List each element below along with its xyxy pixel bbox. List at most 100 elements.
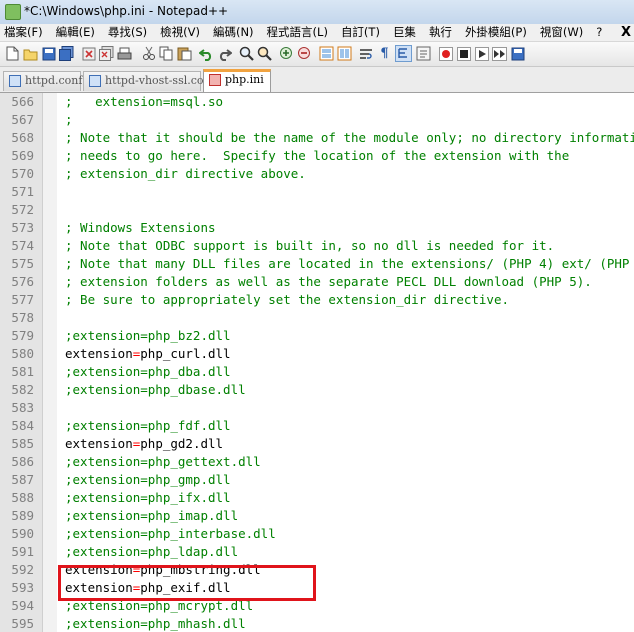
code-line[interactable]: 573 ; Windows Extensions <box>0 219 634 237</box>
zoom-in-icon[interactable] <box>278 45 295 62</box>
line-number: 586 <box>11 454 34 469</box>
sync-vertical-icon[interactable] <box>318 45 335 62</box>
save-all-icon[interactable] <box>58 45 75 62</box>
menu-item[interactable]: 執行 <box>425 24 456 41</box>
menu-item[interactable]: 檔案(F) <box>0 24 47 41</box>
menu-item[interactable]: 巨集 <box>389 24 420 41</box>
menu-item[interactable]: 視窗(W) <box>536 24 587 41</box>
code-line[interactable]: 572 <box>0 201 634 219</box>
find-icon[interactable] <box>238 45 255 62</box>
line-number: 591 <box>11 544 34 559</box>
sync-horizontal-icon[interactable] <box>336 45 353 62</box>
code-line[interactable]: 588 ;extension=php_ifx.dll <box>0 489 634 507</box>
show-all-chars-icon[interactable]: ¶ <box>376 45 393 62</box>
code-line[interactable]: 582 ;extension=php_dbase.dll <box>0 381 634 399</box>
code-comment: ;extension=php_imap.dll <box>65 508 239 523</box>
indent-guide-icon[interactable] <box>395 45 412 62</box>
new-file-icon[interactable] <box>4 45 21 62</box>
code-value: php_gd2.dll <box>140 436 224 451</box>
line-number: 587 <box>11 472 34 487</box>
code-line[interactable]: 576 ; extension folders as well as the se… <box>0 273 634 291</box>
line-number: 590 <box>11 526 34 541</box>
word-wrap-icon[interactable] <box>358 45 375 62</box>
tab-label: httpd.conf <box>25 74 83 87</box>
code-comment: ;extension=php_gettext.dll <box>65 454 261 469</box>
unsaved-file-icon <box>209 74 221 86</box>
code-comment: ; <box>65 112 73 127</box>
open-file-icon[interactable] <box>22 45 39 62</box>
cut-icon[interactable] <box>140 45 157 62</box>
copy-icon[interactable] <box>158 45 175 62</box>
play-macro-multiple-icon[interactable] <box>491 45 508 62</box>
title-bar: *C:\Windows\php.ini - Notepad++ <box>0 0 634 25</box>
notepad-plus-plus-icon <box>5 4 21 20</box>
close-icon[interactable] <box>80 45 97 62</box>
code-line[interactable]: 577 ; Be sure to appropriately set the ex… <box>0 291 634 309</box>
code-line[interactable]: 590 ;extension=php_interbase.dll <box>0 525 634 543</box>
code-line[interactable]: 570 ; extension_dir directive above. <box>0 165 634 183</box>
stop-macro-icon[interactable] <box>455 45 472 62</box>
zoom-out-icon[interactable] <box>296 45 313 62</box>
code-line[interactable]: 589 ;extension=php_imap.dll <box>0 507 634 525</box>
code-line[interactable]: 578 <box>0 309 634 327</box>
line-number: 574 <box>11 238 34 253</box>
close-all-icon[interactable] <box>98 45 115 62</box>
menu-item[interactable]: 外掛模組(P) <box>461 24 531 41</box>
code-line[interactable]: 569 ; needs to go here. Specify the locat… <box>0 147 634 165</box>
line-number: 573 <box>11 220 34 235</box>
code-line[interactable]: 581 ;extension=php_dba.dll <box>0 363 634 381</box>
redo-icon[interactable] <box>216 45 233 62</box>
menu-item[interactable]: 自訂(T) <box>337 24 384 41</box>
code-line[interactable]: 579 ;extension=php_bz2.dll <box>0 327 634 345</box>
code-comment: ; Note that many DLL files are located i… <box>65 256 634 271</box>
code-line[interactable]: 587 ;extension=php_gmp.dll <box>0 471 634 489</box>
code-comment: ;extension=php_bz2.dll <box>65 328 231 343</box>
save-macro-icon[interactable] <box>509 45 526 62</box>
code-comment: ;extension=php_ldap.dll <box>65 544 239 559</box>
save-icon[interactable] <box>40 45 57 62</box>
code-line[interactable]: 583 <box>0 399 634 417</box>
paste-icon[interactable] <box>176 45 193 62</box>
code-line[interactable]: 591 ;extension=php_ldap.dll <box>0 543 634 561</box>
code-line[interactable]: 571 <box>0 183 634 201</box>
replace-icon[interactable] <box>256 45 273 62</box>
code-line[interactable]: 566 ; extension=msql.so <box>0 93 634 111</box>
code-line[interactable]: 574 ; Note that ODBC support is built in,… <box>0 237 634 255</box>
record-macro-icon[interactable] <box>437 45 454 62</box>
code-line[interactable]: 595 ;extension=php_mhash.dll <box>0 615 634 632</box>
code-line[interactable]: 568 ; Note that it should be the name of … <box>0 129 634 147</box>
code-comment: ; needs to go here. Specify the location… <box>65 148 570 163</box>
code-line[interactable]: 585 extension=php_gd2.dll <box>0 435 634 453</box>
line-number: 568 <box>11 130 34 145</box>
tab-php-ini[interactable]: php.ini <box>203 69 271 92</box>
code-line[interactable]: 567; <box>0 111 634 129</box>
code-line[interactable]: 580 extension=php_curl.dll <box>0 345 634 363</box>
code-comment: ;extension=php_dba.dll <box>65 364 231 379</box>
tab-httpd-conf[interactable]: httpd.conf <box>3 71 83 91</box>
code-line[interactable]: 586 ;extension=php_gettext.dll <box>0 453 634 471</box>
close-document-button[interactable]: X <box>618 24 634 41</box>
undo-icon[interactable] <box>198 45 215 62</box>
line-number: 579 <box>11 328 34 343</box>
menu-item[interactable]: 尋找(S) <box>104 24 151 41</box>
code-text: extension=php_curl.dll <box>65 345 231 363</box>
menu-item[interactable]: 檢視(V) <box>156 24 204 41</box>
menu-item[interactable]: ? <box>592 24 606 41</box>
saved-file-icon <box>9 75 21 87</box>
menu-item[interactable]: 程式語言(L) <box>263 24 332 41</box>
tab-httpd-vhost-ssl-conf[interactable]: httpd-vhost-ssl.conf <box>83 71 215 91</box>
line-number: 584 <box>11 418 34 433</box>
code-line[interactable]: 584 ;extension=php_fdf.dll <box>0 417 634 435</box>
line-number: 572 <box>11 202 34 217</box>
code-line[interactable]: 575 ; Note that many DLL files are locate… <box>0 255 634 273</box>
editor-area[interactable]: 566; extension=msql.so 567; 568; Note that… <box>0 93 634 632</box>
play-macro-icon[interactable] <box>473 45 490 62</box>
line-number: 581 <box>11 364 34 379</box>
code-comment: ; extension_dir directive above. <box>65 166 306 181</box>
print-icon[interactable] <box>116 45 133 62</box>
menu-item[interactable]: 編碼(N) <box>209 24 258 41</box>
code-comment: ; extension folders as well as the separ… <box>65 274 592 289</box>
code-comment: ; Note that ODBC support is built in, so… <box>65 238 555 253</box>
menu-item[interactable]: 編輯(E) <box>52 24 99 41</box>
user-lang-icon[interactable] <box>415 45 432 62</box>
